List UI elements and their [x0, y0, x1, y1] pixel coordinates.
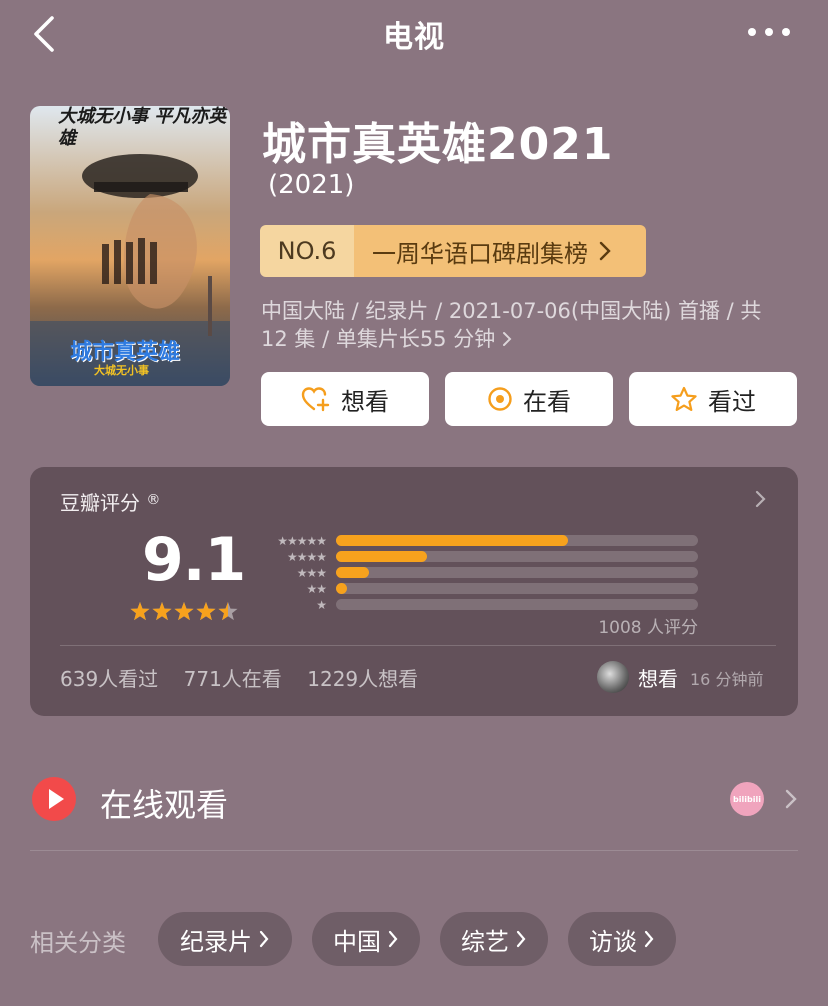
chevron-right-icon[interactable]: [784, 788, 798, 810]
star-outline-icon: [671, 386, 697, 411]
target-icon: [488, 387, 512, 411]
divider: [30, 850, 798, 851]
watch-stats[interactable]: 639人看过 771人在看 1229人想看: [60, 663, 418, 692]
rating-card[interactable]: 豆瓣评分 ® 9.1 ★★★★★ ★★★★ ★★★ ★★ ★ 1008 人评分 …: [30, 467, 798, 716]
tag-documentary[interactable]: 纪录片: [158, 912, 292, 966]
watching-button[interactable]: 在看: [445, 372, 613, 426]
rating-bar-1: [336, 599, 698, 610]
rating-bar-fill: [336, 583, 347, 594]
related-tags-label: 相关分类: [30, 929, 126, 957]
one-star-label: ★: [316, 598, 327, 612]
chevron-right-icon: [259, 930, 269, 948]
watched-button[interactable]: 看过: [629, 372, 797, 426]
tag-label: 纪录片: [180, 927, 252, 956]
watched-count: 639人看过: [60, 667, 159, 691]
rating-title: 豆瓣评分 ®: [60, 487, 160, 516]
watched-button-label: 看过: [708, 387, 756, 416]
rank-label: 一周华语口碑剧集榜: [354, 225, 646, 277]
tag-variety[interactable]: 综艺: [440, 912, 548, 966]
watching-button-label: 在看: [523, 387, 571, 416]
rating-bar-fill: [336, 551, 427, 562]
star-filled-icon: [152, 602, 172, 621]
rating-count: 1008 人评分: [598, 618, 698, 638]
rating-bar-fill: [336, 535, 568, 546]
more-icon[interactable]: [746, 24, 792, 40]
chevron-right-icon: [599, 241, 611, 261]
bilibili-icon[interactable]: bilibili: [730, 782, 764, 816]
tag-interview[interactable]: 访谈: [568, 912, 676, 966]
want-button-label: 想看: [341, 387, 389, 416]
tag-label: 访谈: [589, 927, 637, 956]
rating-score: 9.1: [142, 525, 246, 595]
star-filled-icon: [130, 602, 150, 621]
rank-number: NO.6: [260, 225, 354, 277]
friend-avatar[interactable]: [597, 661, 629, 693]
online-watch-label[interactable]: 在线观看: [100, 780, 228, 826]
poster-logo-sub: 大城无小事: [94, 364, 149, 377]
play-icon[interactable]: [32, 777, 76, 821]
chevron-right-icon: [644, 930, 654, 948]
show-title: 城市真英雄2021: [262, 119, 614, 170]
rating-stars: [130, 602, 238, 621]
two-star-label: ★★: [306, 582, 327, 596]
watching-count: 771人在看: [183, 667, 282, 691]
chevron-right-icon: [502, 332, 512, 346]
five-star-label: ★★★★★: [277, 534, 327, 548]
rating-bar-2: [336, 583, 698, 594]
show-meta[interactable]: 中国大陆 / 纪录片 / 2021-07-06(中国大陆) 首播 / 共 12 …: [261, 297, 791, 353]
chevron-right-icon: [388, 930, 398, 948]
star-filled-icon: [196, 602, 216, 621]
star-filled-icon: [174, 602, 194, 621]
rating-bar-5: [336, 535, 698, 546]
rank-label-text: 一周华语口碑剧集榜: [372, 239, 588, 268]
poster-top-text: 大城无小事 平凡亦英雄: [58, 106, 227, 149]
want-button[interactable]: 想看: [261, 372, 429, 426]
four-star-label: ★★★★: [286, 550, 327, 564]
rating-bar-3: [336, 567, 698, 578]
chevron-right-icon[interactable]: [754, 489, 768, 509]
rating-title-text: 豆瓣评分: [60, 491, 140, 515]
tag-china[interactable]: 中国: [312, 912, 420, 966]
rating-bar-fill: [336, 567, 369, 578]
divider: [60, 645, 776, 646]
rank-badge[interactable]: NO.6 一周华语口碑剧集榜: [260, 225, 646, 277]
poster-image[interactable]: 大城无小事 平凡亦英雄 城市真英雄 大城无小事: [30, 106, 230, 386]
chevron-right-icon: [516, 930, 526, 948]
friend-time: 16 分钟前: [690, 670, 764, 689]
rating-bar-4: [336, 551, 698, 562]
tag-label: 中国: [333, 927, 381, 956]
tag-label: 综艺: [461, 927, 509, 956]
show-year: (2021): [268, 170, 355, 200]
want-count: 1229人想看: [307, 667, 419, 691]
three-star-label: ★★★: [296, 566, 327, 580]
friend-action: 想看: [638, 667, 678, 691]
nav-title: 电视: [383, 20, 445, 55]
heart-plus-icon: [301, 387, 330, 412]
registered-icon: ®: [146, 492, 161, 508]
